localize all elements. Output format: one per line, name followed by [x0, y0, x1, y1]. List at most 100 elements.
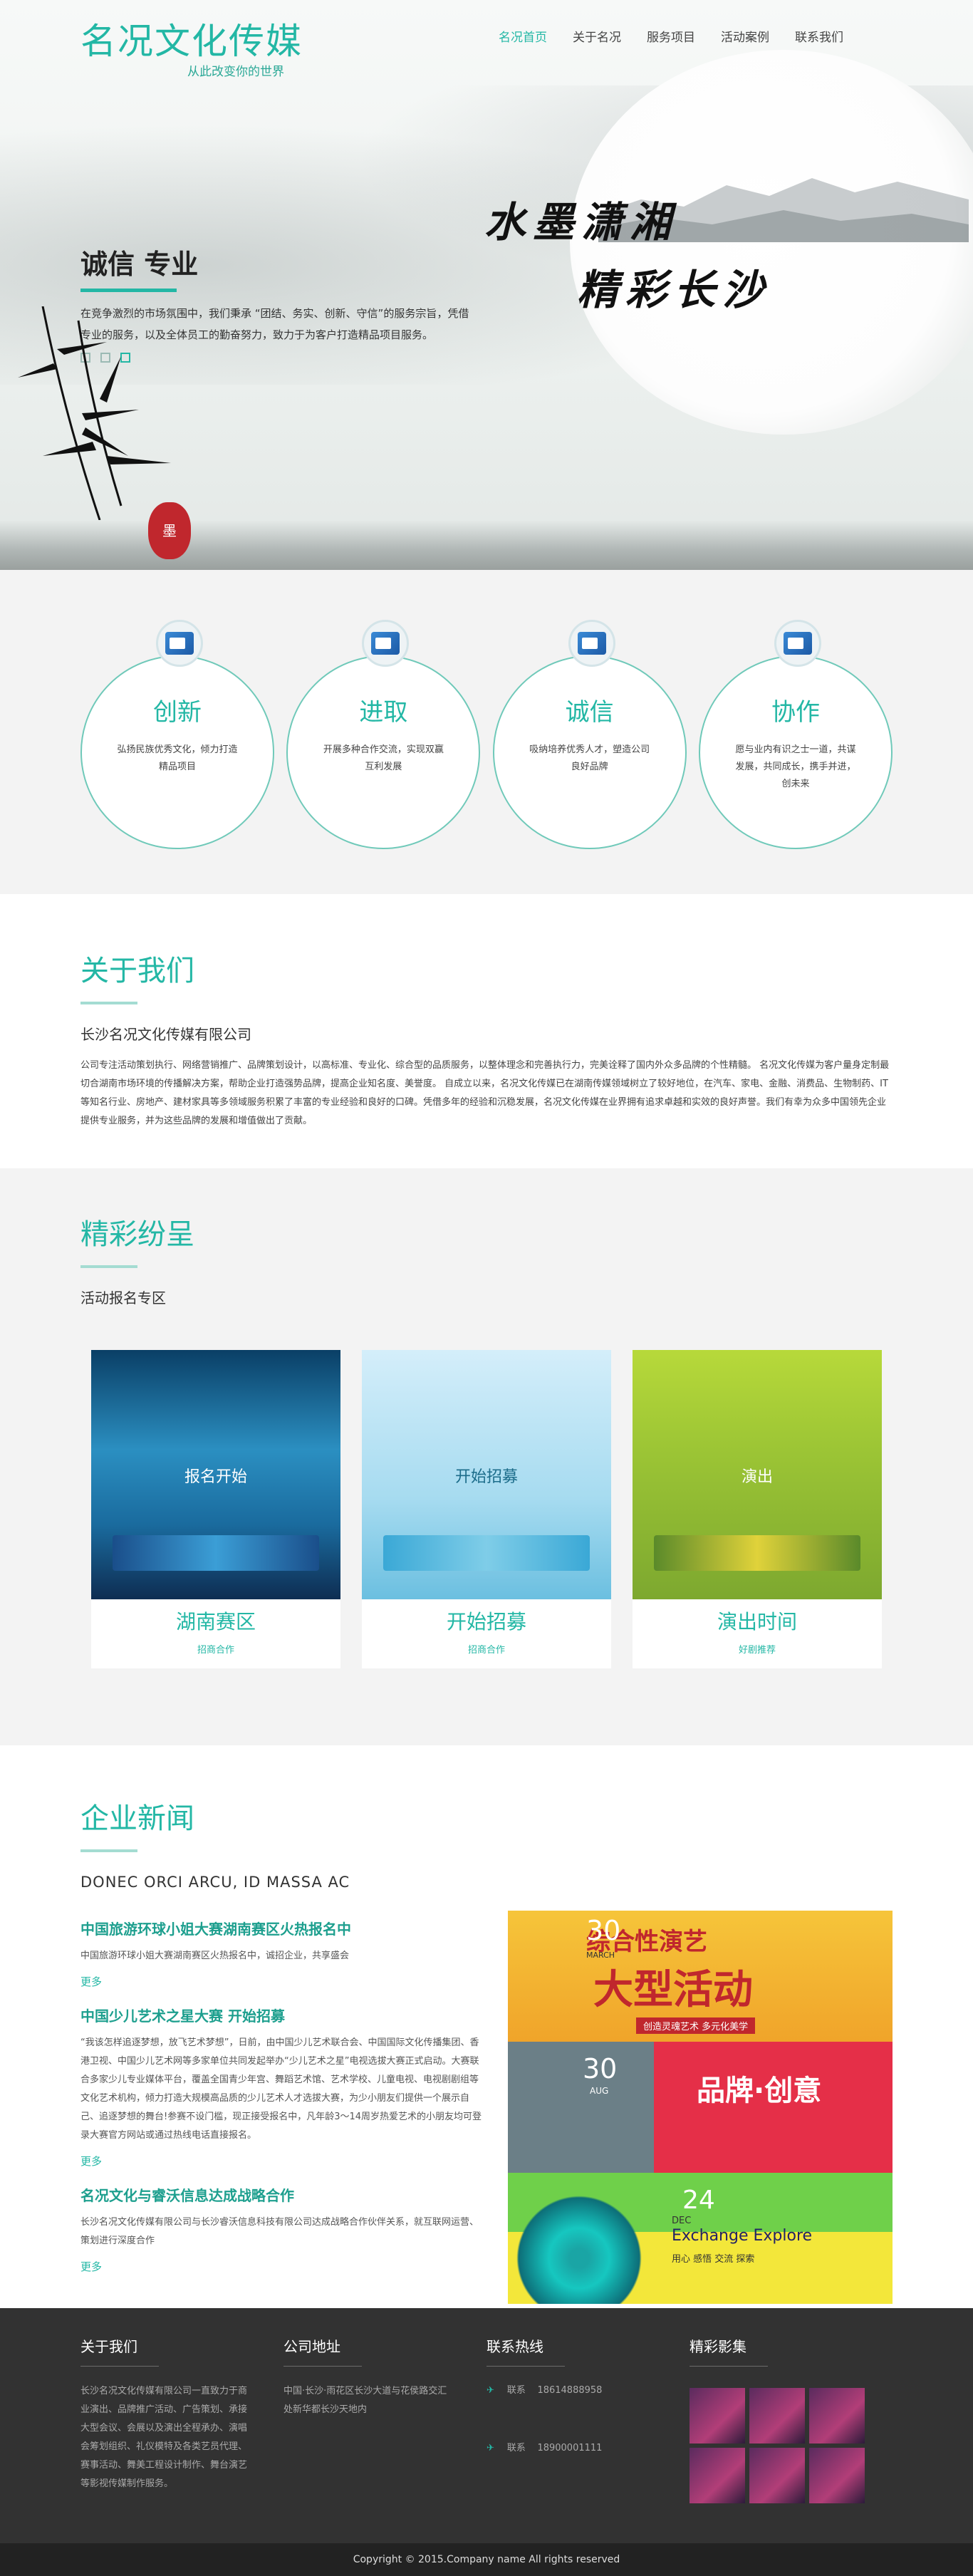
event-poster-image[interactable]: 演出 — [633, 1350, 882, 1599]
section-title: 关于我们 — [80, 955, 194, 987]
event-link[interactable]: 好剧推荐 — [633, 1642, 882, 1668]
photo-thumbnail[interactable] — [809, 2448, 865, 2503]
news-more-link[interactable]: 更多 — [80, 2154, 483, 2169]
phone-number: 18614888958 — [537, 2385, 603, 2396]
poster-brand-text: 品牌·创意 — [697, 2074, 822, 2107]
feature-circle: 协作 愿与业内有识之士一道，共谋发展，共同成长，携手并进，创未来 — [698, 655, 893, 849]
feature-card: 诚信 吸纳培养优秀人才，塑造公司良好品牌 — [492, 620, 687, 849]
event-title[interactable]: 开始招募 — [362, 1606, 611, 1635]
news-item: 名况文化与睿沃信息达成战略合作 长沙名况文化传媒有限公司与长沙睿沃信息科技有限公… — [80, 2184, 483, 2274]
nav-home[interactable]: 名况首页 — [499, 27, 547, 45]
news-section: 企业新闻 DONEC ORCI ARCU, ID MASSA AC 中国旅游环球… — [0, 1745, 973, 2308]
news-title[interactable]: 中国少儿艺术之星大赛 开始招募 — [80, 2005, 483, 2025]
poster-overlay-text: 演出 — [741, 1468, 773, 1486]
poster-date-num: 24 — [682, 2186, 715, 2215]
red-seal-stamp: 墨 — [148, 502, 191, 559]
section-title: 企业新闻 — [80, 1802, 194, 1835]
news-more-link[interactable]: 更多 — [80, 2259, 483, 2274]
calligraphy-line-1: 水墨潇湘 — [484, 198, 679, 246]
event-title[interactable]: 演出时间 — [633, 1606, 882, 1635]
features-section: 创新 弘扬民族优秀文化，倾力打造精品项目 进取 开展多种合作交流，实现双赢互利发… — [0, 570, 973, 894]
photo-thumbnail[interactable] — [749, 2448, 805, 2503]
news-title[interactable]: 中国旅游环球小姐大赛湖南赛区火热报名中 — [80, 1918, 483, 1938]
footer-heading: 精彩影集 — [690, 2338, 746, 2355]
feature-card: 协作 愿与业内有识之士一道，共谋发展，共同成长，携手并进，创未来 — [698, 620, 893, 849]
footer-address: 公司地址 中国·长沙·雨花区长沙大道与花侯路交汇处新华都长沙天地内 — [283, 2335, 486, 2503]
news-item: 中国少儿艺术之星大赛 开始招募 “我该怎样追逐梦想，放飞艺术梦想”，日前，由中国… — [80, 2005, 483, 2169]
poster-date-num: 30 — [583, 2053, 618, 2084]
news-more-link[interactable]: 更多 — [80, 1974, 483, 1989]
photo-thumbnail[interactable] — [809, 2388, 865, 2443]
footer-heading: 关于我们 — [80, 2338, 137, 2355]
folder-icon — [156, 620, 203, 667]
photo-thumbnail[interactable] — [749, 2388, 805, 2443]
footer-divider — [283, 2366, 362, 2367]
feature-desc: 愿与业内有识之士一道，共谋发展，共同成长，携手并进，创未来 — [735, 744, 856, 789]
nav-cases[interactable]: 活动案例 — [721, 27, 769, 45]
event-card[interactable]: 报名开始 湖南赛区 招商合作 — [91, 1350, 340, 1668]
nav-contact[interactable]: 联系我们 — [795, 27, 843, 45]
site-logo[interactable]: 名况文化传媒 从此改变你的世界 — [80, 13, 303, 79]
photo-thumbnail[interactable] — [690, 2388, 745, 2443]
event-poster-image[interactable]: 开始招募 — [362, 1350, 611, 1599]
nav-services[interactable]: 服务项目 — [647, 27, 695, 45]
feature-title: 进取 — [359, 698, 408, 727]
poster-date-month: AUG — [590, 2086, 609, 2096]
poster-date-month: DEC — [672, 2216, 692, 2226]
site-footer: 关于我们 长沙名况文化传媒有限公司一直致力于商业演出、品牌推广活动、广告策划、承… — [0, 2308, 973, 2543]
feature-desc: 吸纳培养优秀人才，塑造公司良好品牌 — [529, 744, 650, 772]
event-poster-image[interactable]: 报名开始 — [91, 1350, 340, 1599]
footer-heading: 公司地址 — [283, 2338, 340, 2355]
news-summary: “我该怎样追逐梦想，放飞艺术梦想”，日前，由中国少儿艺术联合会、中国国际文化传播… — [80, 2037, 482, 2141]
document-icon — [568, 620, 615, 667]
feature-circle: 进取 开展多种合作交流，实现双赢互利发展 — [286, 655, 481, 849]
event-title[interactable]: 湖南赛区 — [91, 1606, 340, 1635]
bamboo-ink-illustration — [18, 306, 171, 520]
feature-circle: 创新 弘扬民族优秀文化，倾力打造精品项目 — [80, 655, 274, 849]
event-card[interactable]: 演出 演出时间 好剧推荐 — [633, 1350, 882, 1668]
poster-caption-3: 用心 感悟 交流 探索 — [672, 2254, 755, 2265]
event-link[interactable]: 招商合作 — [362, 1642, 611, 1668]
calligraphy-line-2: 精彩长沙 — [577, 266, 771, 314]
poster-banner — [113, 1535, 319, 1571]
news-poster-image: 综合性演艺 大型活动 创造灵魂艺术 多元化美学 30 MARCH 30 AUG … — [508, 1911, 893, 2304]
news-item: 中国旅游环球小姐大赛湖南赛区火热报名中 中国旅游环球小姐大赛湖南赛区火热报名中，… — [80, 1918, 483, 1989]
feature-title: 诚信 — [565, 698, 614, 727]
footer-divider — [486, 2366, 565, 2367]
phone-line[interactable]: ✈ 联系 18614888958 — [486, 2382, 690, 2396]
poster-banner — [383, 1535, 590, 1571]
footer-about: 关于我们 长沙名况文化传媒有限公司一直致力于商业演出、品牌推广活动、广告策划、承… — [80, 2335, 283, 2503]
phone-label: 联系 — [506, 2385, 526, 2396]
phone-line[interactable]: ✈ 联系 18900001111 — [486, 2440, 690, 2453]
footer-about-text: 长沙名况文化传媒有限公司一直致力于商业演出、品牌推广活动、广告策划、承接大型会议… — [80, 2386, 248, 2489]
news-summary: 中国旅游环球小姐大赛湖南赛区火热报名中，诚招企业，共享盛会 — [80, 1951, 350, 1961]
swirl-graphic — [508, 2187, 650, 2304]
footer-divider — [80, 2366, 159, 2367]
news-title[interactable]: 名况文化与睿沃信息达成战略合作 — [80, 2184, 483, 2205]
nav-about[interactable]: 关于名况 — [573, 27, 621, 45]
feature-card: 进取 开展多种合作交流，实现双赢互利发展 — [286, 620, 481, 849]
feature-desc: 弘扬民族优秀文化，倾力打造精品项目 — [117, 744, 238, 772]
poster-banner — [654, 1535, 860, 1571]
section-title: 精彩纷呈 — [80, 1218, 194, 1251]
copyright-bar: Copyright © 2015.Company name All rights… — [0, 2543, 973, 2576]
hero-title: 诚信 专业 — [80, 249, 199, 280]
hero-title-underline — [80, 289, 177, 292]
photo-thumbnails — [690, 2388, 893, 2503]
poster-date-month: MARCH — [586, 1951, 615, 1960]
about-section: 关于我们 长沙名况文化传媒有限公司 公司专注活动策划执行、网络营销推广、品牌策划… — [0, 894, 973, 1168]
news-summary: 长沙名况文化传媒有限公司与长沙睿沃信息科技有限公司达成战略合作伙伴关系，就互联网… — [80, 2217, 479, 2246]
poster-overlay-text: 报名开始 — [184, 1468, 247, 1486]
poster-exchange-text: Exchange Explore — [672, 2227, 813, 2245]
poster-date-num: 30 — [586, 1915, 621, 1946]
event-link[interactable]: 招商合作 — [91, 1642, 340, 1668]
footer-gallery: 精彩影集 — [690, 2335, 893, 2503]
event-card[interactable]: 开始招募 开始招募 招商合作 — [362, 1350, 611, 1668]
feature-card: 创新 弘扬民族优秀文化，倾力打造精品项目 — [80, 620, 274, 849]
feature-title: 协作 — [771, 698, 820, 727]
photo-thumbnail[interactable] — [690, 2448, 745, 2503]
phone-number: 18900001111 — [537, 2443, 603, 2453]
poster-strip-red: 30 AUG 品牌·创意 — [508, 2042, 893, 2173]
section-underline — [80, 1849, 137, 1852]
poster-strip-green: 24 DEC Exchange Explore 用心 感悟 交流 探索 — [508, 2173, 893, 2304]
